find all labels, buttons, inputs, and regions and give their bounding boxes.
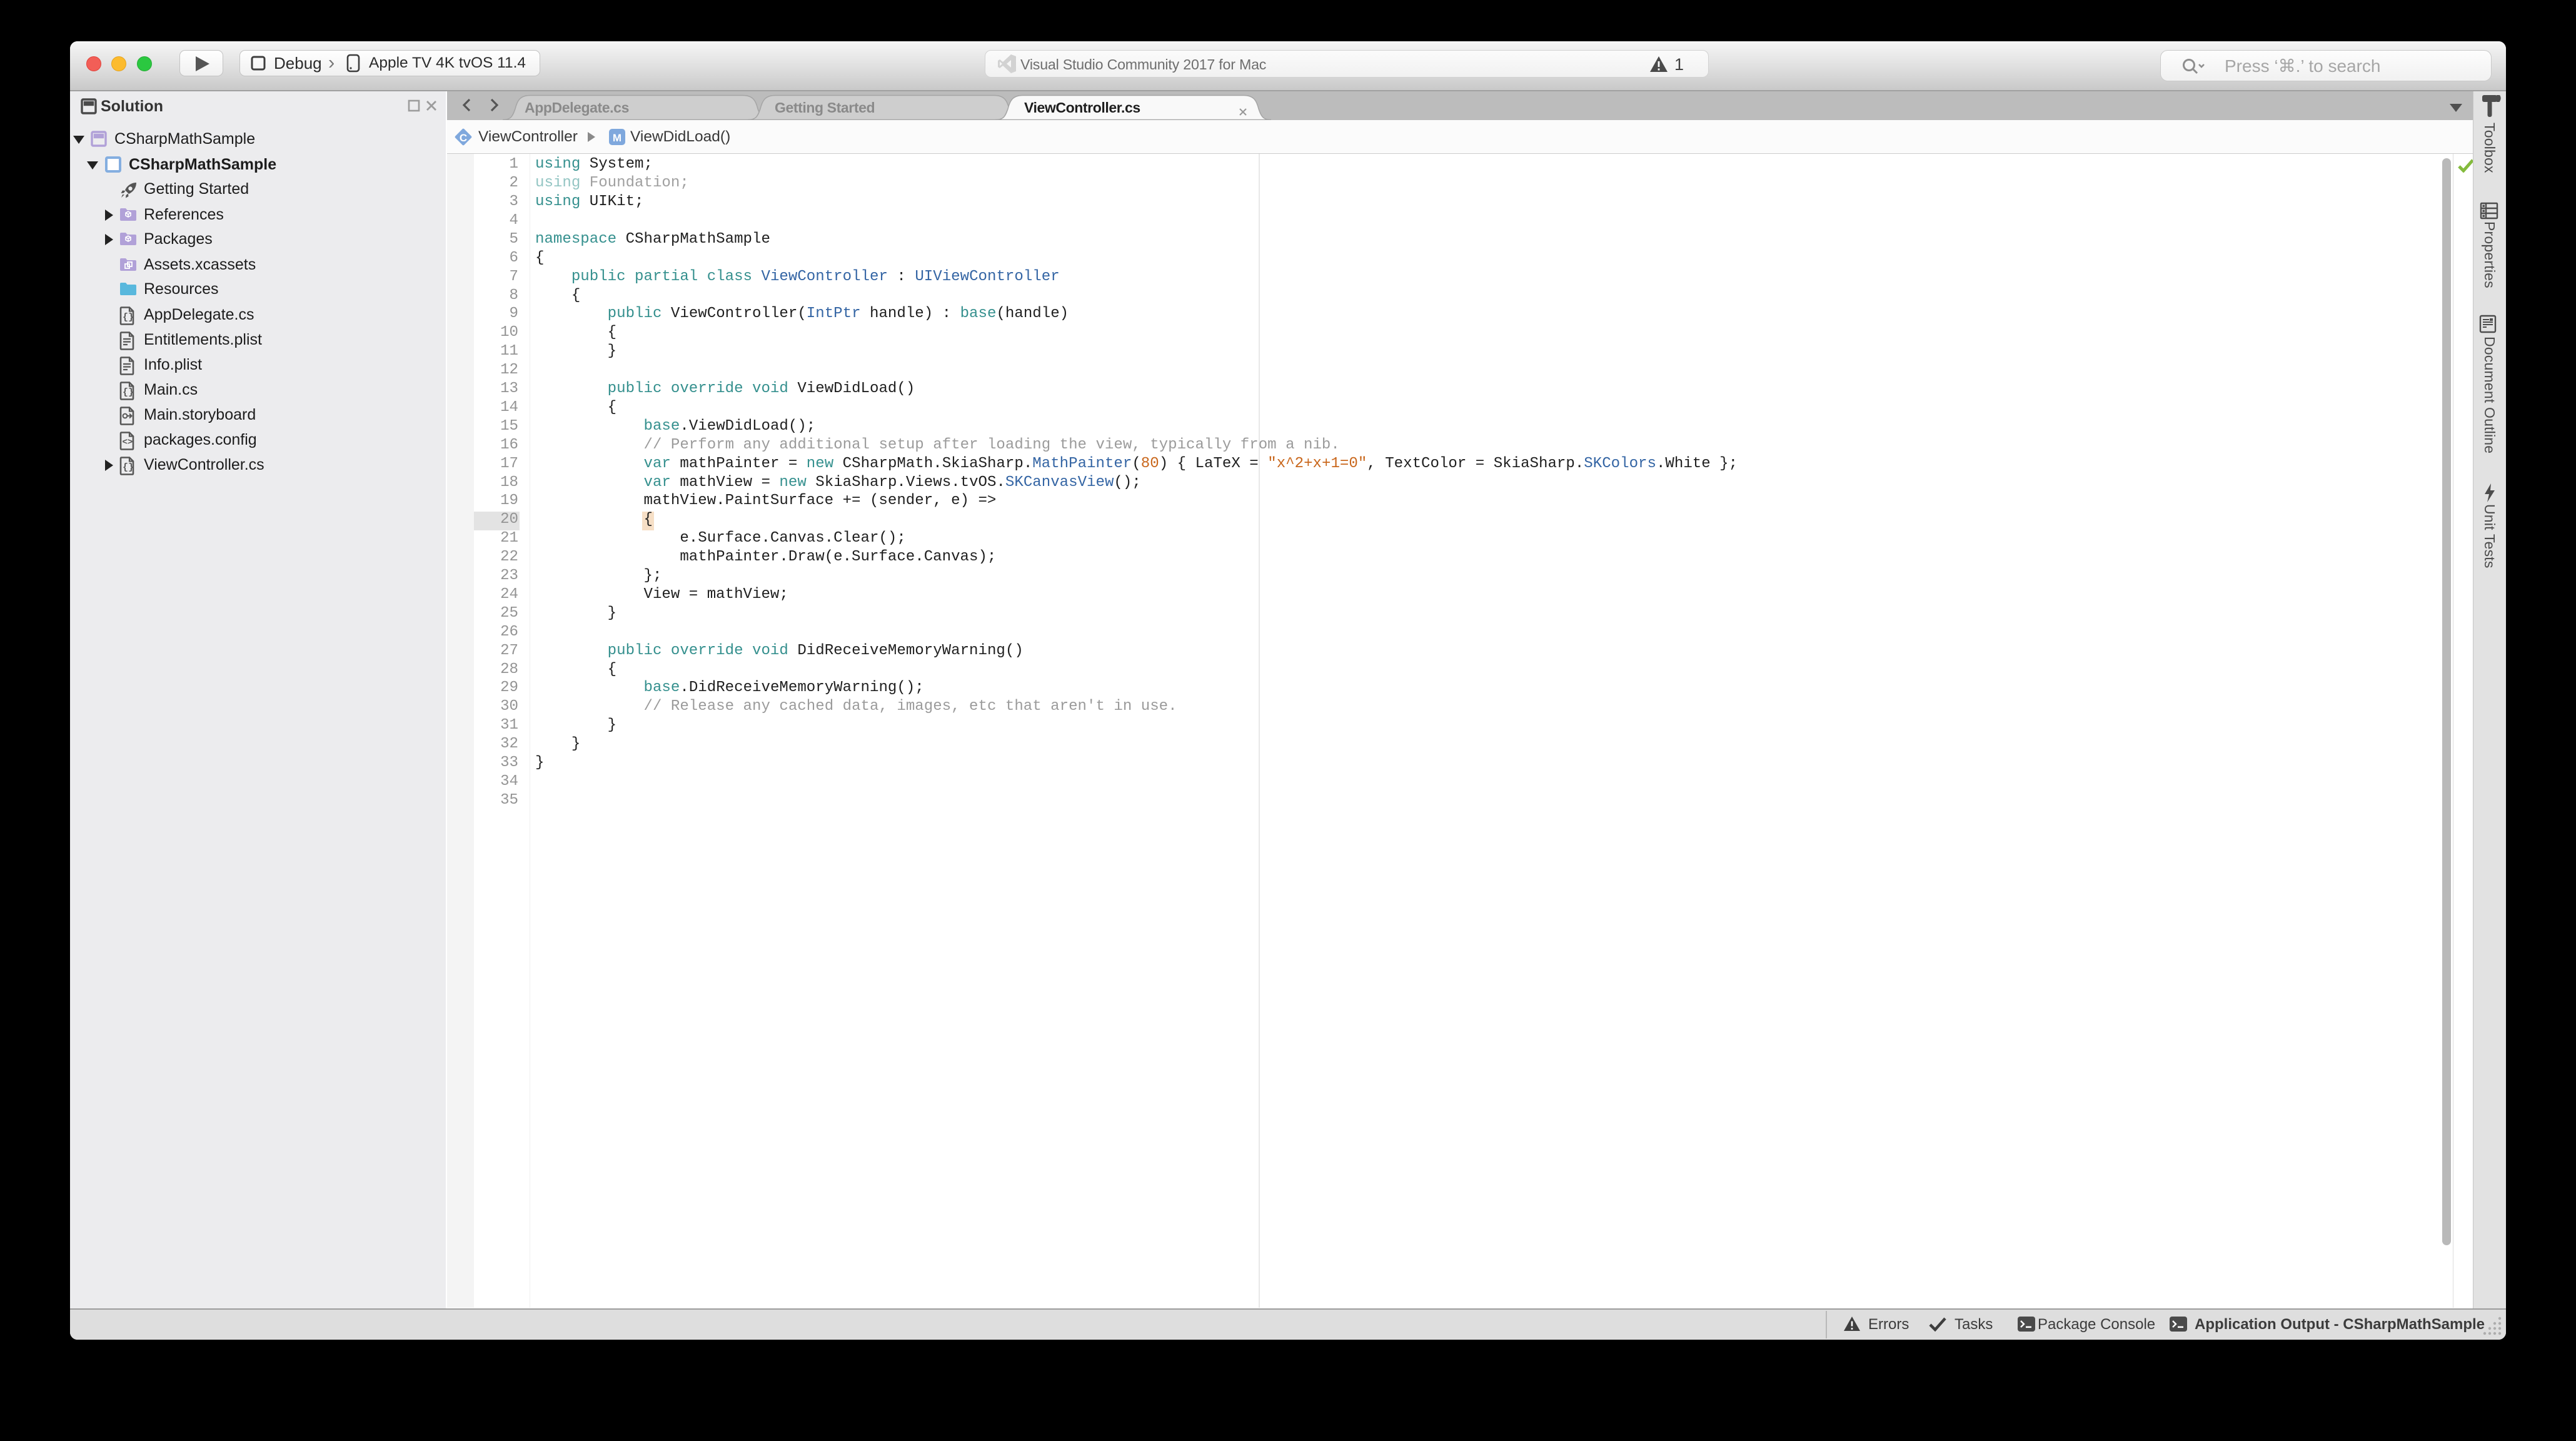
svg-text:C: C [460, 132, 467, 144]
svg-text:{}: {} [123, 387, 134, 398]
svg-text:<>: <> [123, 438, 133, 448]
svg-text:{}: {} [123, 312, 134, 323]
svg-text:{}: {} [123, 462, 134, 473]
svg-text:M: M [613, 132, 621, 144]
